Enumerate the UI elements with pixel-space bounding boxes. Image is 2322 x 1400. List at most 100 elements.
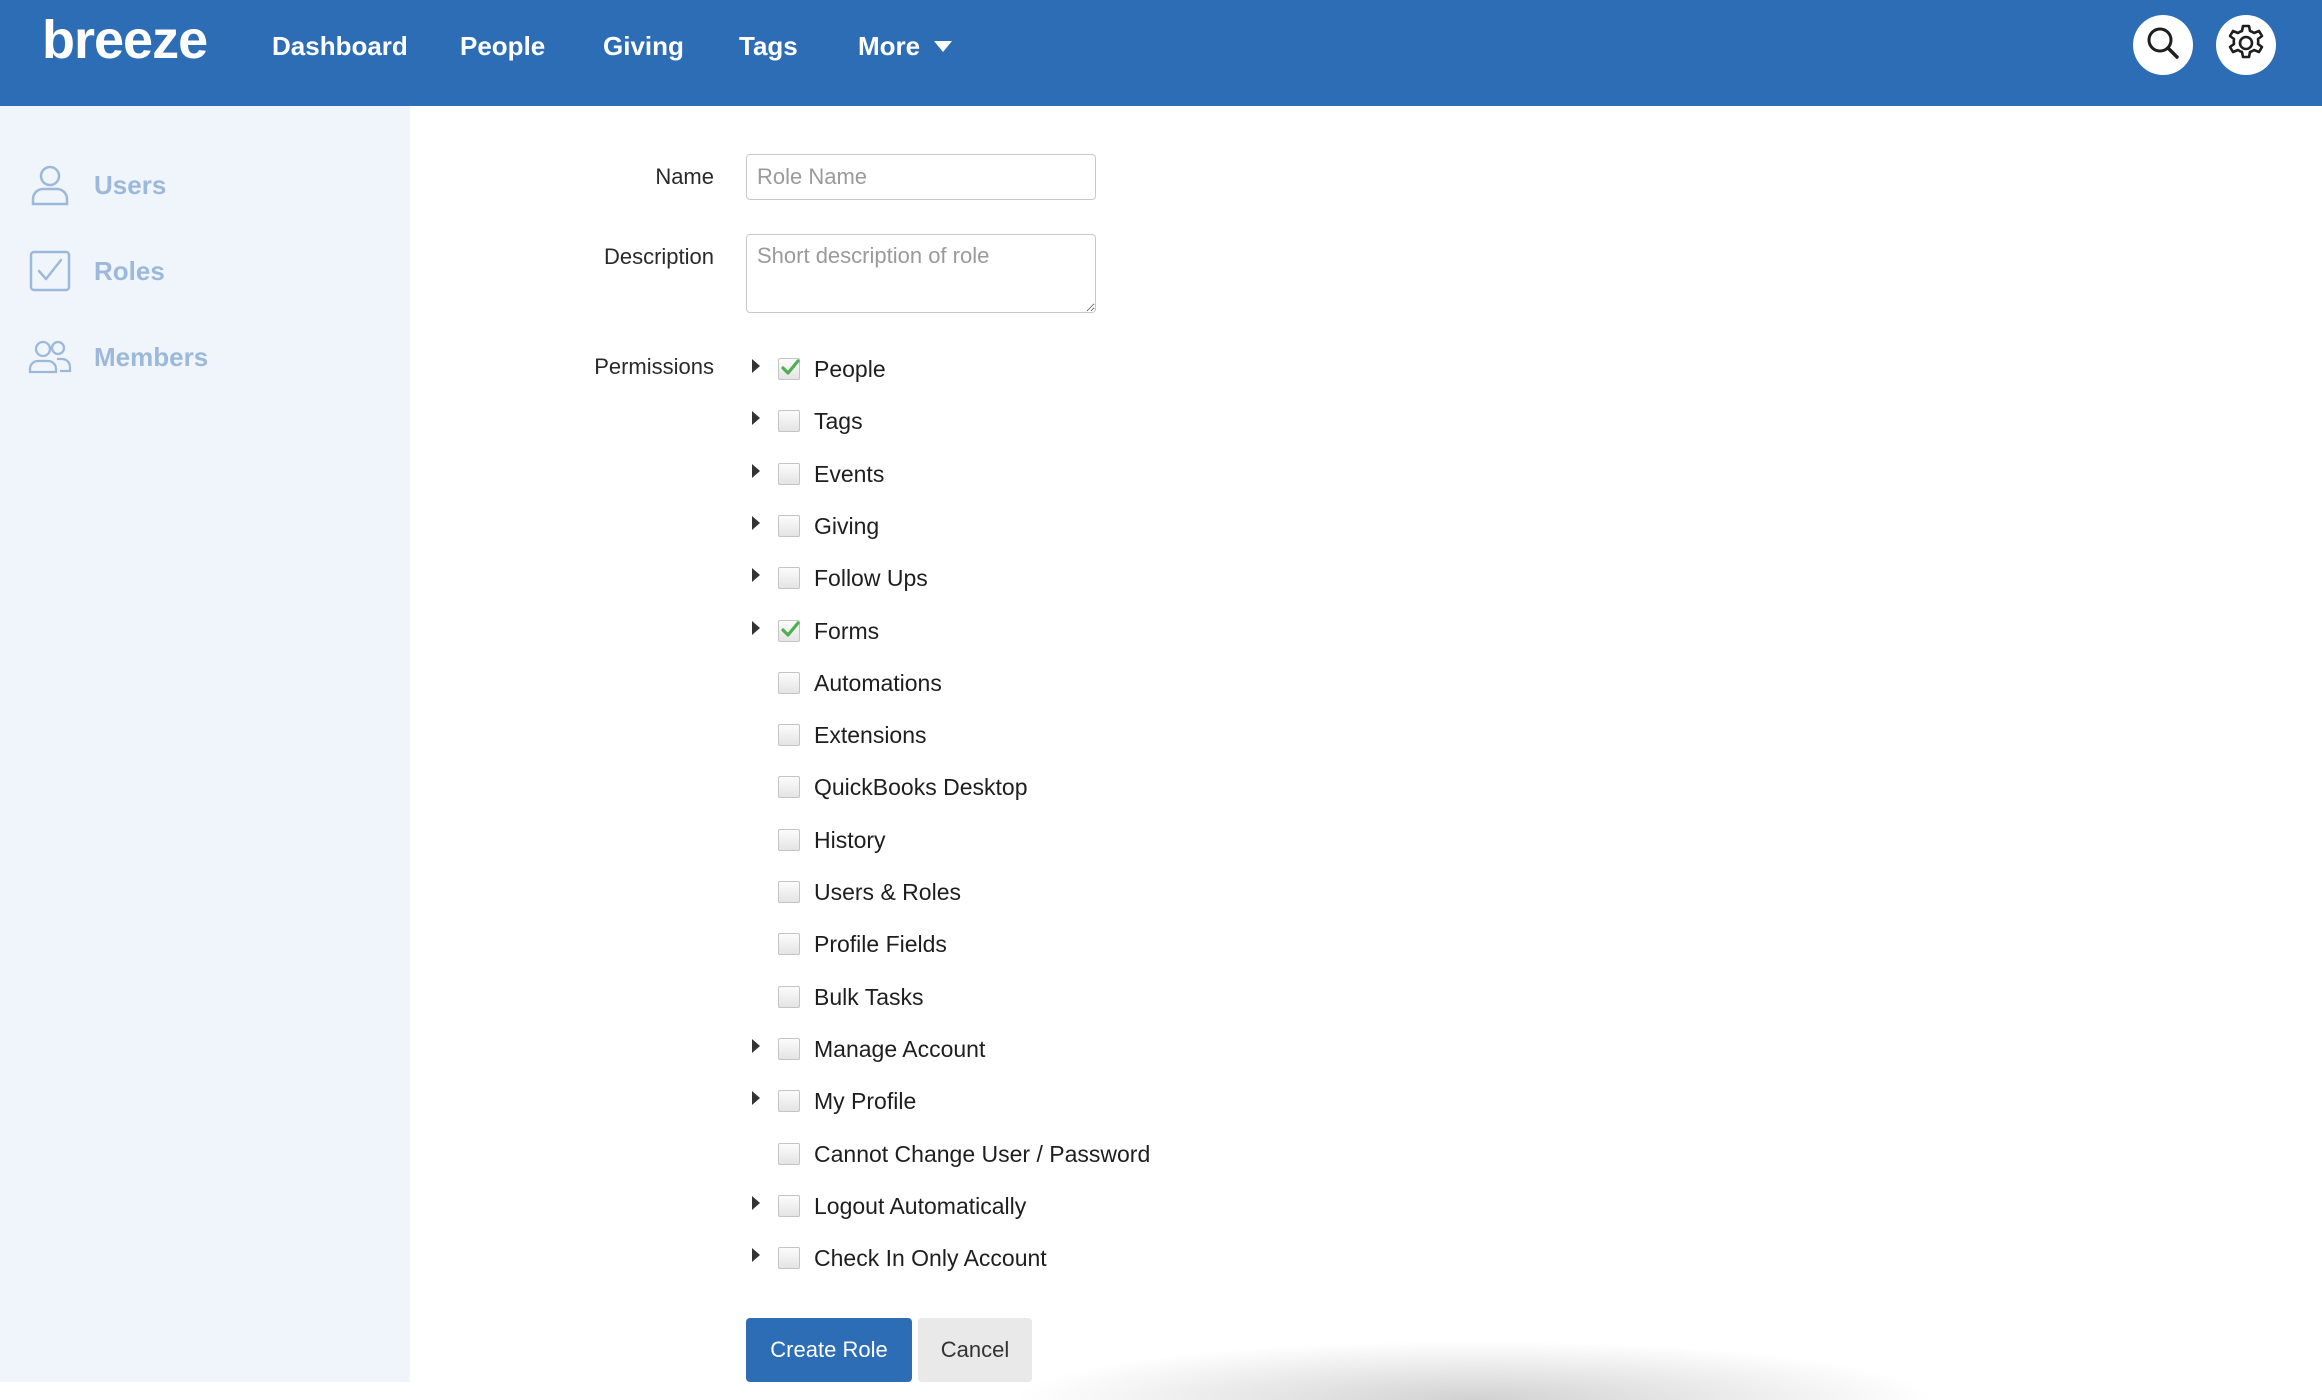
permission-row: Follow Ups bbox=[752, 561, 928, 595]
permission-checkbox[interactable] bbox=[778, 986, 800, 1008]
expand-arrow-icon[interactable] bbox=[752, 614, 772, 648]
permission-row: Extensions bbox=[752, 718, 927, 752]
nav-dashboard[interactable]: Dashboard bbox=[272, 28, 408, 64]
expand-arrow-icon[interactable] bbox=[752, 1241, 772, 1275]
permission-label: Events bbox=[814, 460, 885, 487]
sidebar-item-label: Roles bbox=[94, 255, 165, 286]
caret-right-icon bbox=[752, 516, 760, 530]
permission-checkbox[interactable] bbox=[778, 567, 800, 589]
create-role-button[interactable]: Create Role bbox=[746, 1318, 912, 1382]
cancel-button[interactable]: Cancel bbox=[918, 1318, 1032, 1382]
expand-arrow-icon[interactable] bbox=[752, 404, 772, 438]
checkmark-icon bbox=[781, 359, 800, 375]
permission-row: Events bbox=[752, 457, 884, 491]
caret-right-icon bbox=[752, 621, 760, 635]
caret-right-icon bbox=[752, 1248, 760, 1262]
sidebar-item-label: Users bbox=[94, 169, 167, 200]
permission-checkbox[interactable] bbox=[778, 1090, 800, 1112]
expand-arrow-icon[interactable] bbox=[752, 1084, 772, 1118]
permission-checkbox[interactable] bbox=[778, 410, 800, 432]
sidebar-item-label: Members bbox=[94, 341, 209, 372]
permission-checkbox[interactable] bbox=[778, 1247, 800, 1269]
permission-label: Manage Account bbox=[814, 1035, 986, 1062]
permission-checkbox[interactable] bbox=[778, 620, 800, 642]
permission-row: Users & Roles bbox=[752, 875, 961, 909]
permission-row: My Profile bbox=[752, 1084, 916, 1118]
footer-shadow bbox=[1010, 1340, 1940, 1400]
role-name-input[interactable] bbox=[746, 154, 1096, 200]
permission-label: Follow Ups bbox=[814, 564, 928, 591]
permission-checkbox[interactable] bbox=[778, 933, 800, 955]
permission-label: Automations bbox=[814, 669, 942, 696]
permission-row: Giving bbox=[752, 509, 879, 543]
permission-label: Cannot Change User / Password bbox=[814, 1140, 1151, 1167]
caret-right-icon bbox=[752, 359, 760, 373]
permission-label: People bbox=[814, 355, 886, 382]
permission-row: Manage Account bbox=[752, 1032, 985, 1066]
expand-arrow-icon[interactable] bbox=[752, 457, 772, 491]
permission-checkbox[interactable] bbox=[778, 1038, 800, 1060]
permission-checkbox[interactable] bbox=[778, 829, 800, 851]
search-button[interactable] bbox=[2133, 15, 2193, 75]
chevron-down-icon bbox=[934, 40, 953, 52]
caret-right-icon bbox=[752, 1196, 760, 1210]
members-icon bbox=[28, 335, 72, 379]
expand-arrow-icon[interactable] bbox=[752, 352, 772, 386]
permission-checkbox[interactable] bbox=[778, 724, 800, 746]
breeze-logo[interactable]: breeze bbox=[42, 8, 208, 72]
permission-row: Logout Automatically bbox=[752, 1189, 1026, 1223]
permission-checkbox[interactable] bbox=[778, 515, 800, 537]
permission-row: Cannot Change User / Password bbox=[752, 1137, 1150, 1171]
search-icon bbox=[2144, 24, 2182, 67]
expand-arrow-icon[interactable] bbox=[752, 509, 772, 543]
permission-label: Profile Fields bbox=[814, 930, 947, 957]
permission-checkbox[interactable] bbox=[778, 1195, 800, 1217]
nav-people[interactable]: People bbox=[460, 28, 545, 64]
permission-label: Tags bbox=[814, 407, 863, 434]
top-nav-bar: breeze Dashboard People Giving Tags More bbox=[0, 0, 2322, 106]
gear-icon bbox=[2225, 22, 2267, 69]
caret-right-icon bbox=[752, 1091, 760, 1105]
permission-row: Check In Only Account bbox=[752, 1241, 1047, 1275]
permission-label: My Profile bbox=[814, 1087, 917, 1114]
permission-row: Profile Fields bbox=[752, 927, 947, 961]
caret-right-icon bbox=[752, 1039, 760, 1053]
permission-label: Check In Only Account bbox=[814, 1244, 1047, 1271]
permission-row: Bulk Tasks bbox=[752, 980, 924, 1014]
permission-checkbox[interactable] bbox=[778, 358, 800, 380]
nav-more[interactable]: More bbox=[858, 28, 953, 64]
sidebar-item-users[interactable]: Users bbox=[28, 160, 166, 210]
settings-button[interactable] bbox=[2216, 15, 2276, 75]
permission-label: QuickBooks Desktop bbox=[814, 773, 1028, 800]
sidebar-item-members[interactable]: Members bbox=[28, 332, 208, 382]
permission-row: People bbox=[752, 352, 886, 386]
checkmark-icon bbox=[781, 621, 800, 637]
role-description-textarea[interactable] bbox=[746, 234, 1096, 313]
permission-row: Tags bbox=[752, 404, 863, 438]
permission-checkbox[interactable] bbox=[778, 881, 800, 903]
expand-arrow-icon[interactable] bbox=[752, 1032, 772, 1066]
expand-arrow-icon[interactable] bbox=[752, 1189, 772, 1223]
permission-label: History bbox=[814, 826, 886, 853]
permission-row: History bbox=[752, 823, 886, 857]
nav-giving[interactable]: Giving bbox=[603, 28, 684, 64]
permission-label: Giving bbox=[814, 512, 880, 539]
permission-label: Bulk Tasks bbox=[814, 983, 924, 1010]
permission-checkbox[interactable] bbox=[778, 672, 800, 694]
nav-tags[interactable]: Tags bbox=[739, 28, 798, 64]
permission-checkbox[interactable] bbox=[778, 463, 800, 485]
expand-arrow-icon[interactable] bbox=[752, 561, 772, 595]
permission-checkbox[interactable] bbox=[778, 1143, 800, 1165]
permission-label: Extensions bbox=[814, 721, 927, 748]
permissions-label: Permissions bbox=[594, 354, 714, 379]
permission-row: QuickBooks Desktop bbox=[752, 770, 1027, 804]
permission-checkbox[interactable] bbox=[778, 776, 800, 798]
permission-label: Users & Roles bbox=[814, 878, 961, 905]
sidebar-item-roles[interactable]: Roles bbox=[28, 246, 165, 296]
checkbox-icon bbox=[28, 249, 72, 293]
